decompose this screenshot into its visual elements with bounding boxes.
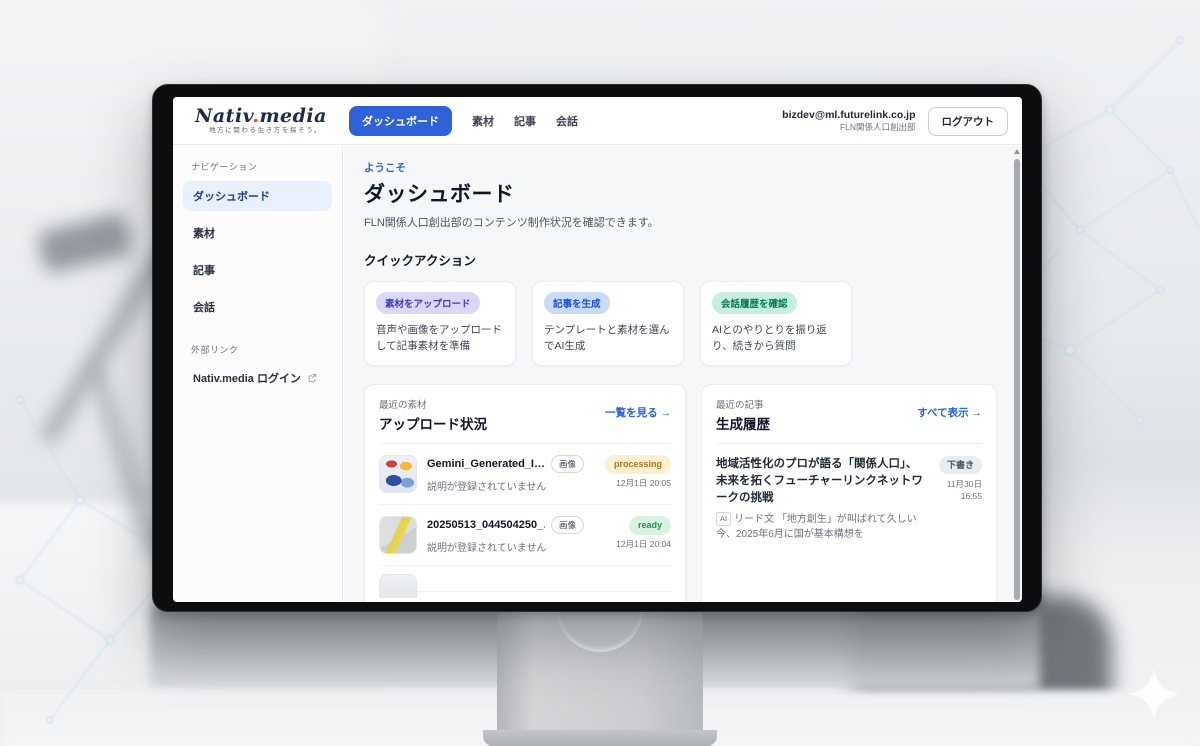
- primary-nav: ダッシュボード 素材 記事 会話: [349, 106, 578, 136]
- page-title: ダッシュボード: [364, 178, 1022, 208]
- material-name: 20250513_044504250_…: [427, 519, 545, 531]
- page-description: FLN関係人口創出部のコンテンツ制作状況を確認できます。: [364, 214, 1022, 230]
- material-description: 説明が登録されていません: [427, 539, 606, 554]
- view-all-materials-link[interactable]: 一覧を見る →: [605, 405, 671, 420]
- article-date: 11月30日16:55: [936, 479, 982, 503]
- status-badge: processing: [605, 455, 671, 475]
- sidebar-external-label: 外部リンク: [191, 343, 342, 356]
- scrollbar-thumb[interactable]: [1014, 159, 1020, 600]
- article-list-item[interactable]: 地域活性化のプロが語る「関係人口」、未来を拓くフューチャーリンクネットワークの挑…: [716, 444, 982, 555]
- material-thumbnail: [379, 574, 417, 598]
- sidebar-item-conversations[interactable]: 会話: [183, 292, 332, 322]
- quick-action-badge: 会話履歴を確認: [712, 292, 797, 314]
- recent-articles-panel: 最近の記事 生成履歴 すべて表示 → 地域活性化のプロが語る「関係人口」、未来を…: [701, 384, 997, 602]
- photo-background: Nativ.media 地方に関わる生き方を探そう。 ダッシュボード 素材 記事…: [0, 0, 1200, 746]
- quick-action-text: AIとのやりとりを振り返り、続きから質問: [712, 322, 840, 355]
- quick-action-check-conversations[interactable]: 会話履歴を確認 AIとのやりとりを振り返り、続きから質問: [700, 281, 852, 366]
- panel-title: アップロード状況: [379, 413, 487, 433]
- logo-text: Nativ: [195, 105, 252, 127]
- panel-eyebrow: 最近の記事: [716, 397, 770, 411]
- sidebar-external-link[interactable]: Nativ.media ログイン: [183, 364, 332, 392]
- monitor-stand-notch: [557, 608, 643, 652]
- material-thumbnail: [379, 516, 417, 554]
- article-lead-text: リード文 「地方創生」が叫ばれて久しい今、2025年6月に国が基本構想を: [716, 514, 917, 540]
- quick-actions-row: 素材をアップロード 音声や画像をアップロードして記事素材を準備 記事を生成 テン…: [364, 281, 1022, 366]
- material-list-item-partial: [379, 566, 671, 592]
- quick-action-text: 音声や画像をアップロードして記事素材を準備: [376, 322, 504, 355]
- quick-action-text: テンプレートと素材を選んでAI生成: [544, 322, 672, 355]
- monitor: Nativ.media 地方に関わる生き方を探そう。 ダッシュボード 素材 記事…: [152, 84, 1042, 612]
- material-timestamp: 12月1日 20:05: [605, 477, 671, 490]
- article-title: 地域活性化のプロが語る「関係人口」、未来を拓くフューチャーリンクネットワークの挑…: [716, 456, 926, 508]
- tab-dashboard[interactable]: ダッシュボード: [349, 106, 452, 136]
- sidebar-item-dashboard[interactable]: ダッシュボード: [183, 181, 332, 211]
- sparkle-icon: [1128, 668, 1180, 720]
- material-type-badge: 画像: [551, 516, 584, 534]
- material-thumbnail: [379, 455, 417, 493]
- quick-actions-title: クイックアクション: [364, 250, 1022, 269]
- material-type-badge: 画像: [551, 455, 584, 473]
- material-description: 説明が登録されていません: [427, 478, 595, 493]
- panel-eyebrow: 最近の素材: [379, 397, 487, 411]
- logo-text: media: [259, 105, 327, 127]
- user-email: bizdev@ml.futurelink.co.jp: [782, 108, 915, 122]
- quick-action-upload-material[interactable]: 素材をアップロード 音声や画像をアップロードして記事素材を準備: [364, 281, 516, 366]
- article-status-badge: 下書き: [939, 456, 982, 475]
- monitor-stand: [497, 610, 703, 746]
- app-header: Nativ.media 地方に関わる生き方を探そう。 ダッシュボード 素材 記事…: [173, 97, 1022, 145]
- logo-tagline: 地方に関わる生き方を探そう。: [209, 128, 327, 135]
- sidebar-item-materials[interactable]: 素材: [183, 218, 332, 248]
- ai-chip: AI: [716, 512, 731, 525]
- logo[interactable]: Nativ.media 地方に関わる生き方を探そう。: [195, 107, 327, 135]
- quick-action-generate-article[interactable]: 記事を生成 テンプレートと素材を選んでAI生成: [532, 281, 684, 366]
- sidebar: ナビゲーション ダッシュボード 素材 記事 会話 外部リンク Nativ.med…: [173, 146, 343, 602]
- material-list-item[interactable]: 20250513_044504250_… 画像 説明が登録されていません rea…: [379, 505, 671, 566]
- view-all-articles-link[interactable]: すべて表示 →: [917, 405, 982, 420]
- panel-title: 生成履歴: [716, 413, 770, 433]
- welcome-eyebrow: ようこそ: [364, 160, 1022, 175]
- material-name: Gemini_Generated_I…: [427, 458, 545, 470]
- user-info: bizdev@ml.futurelink.co.jp FLN関係人口創出部: [782, 108, 915, 134]
- tab-conversations[interactable]: 会話: [556, 113, 578, 129]
- logout-button[interactable]: ログアウト: [928, 107, 1009, 136]
- panel-header: 最近の記事 生成履歴 すべて表示 →: [716, 397, 982, 444]
- user-org: FLN関係人口創出部: [782, 122, 915, 133]
- scrollbar-up-icon[interactable]: [1014, 149, 1020, 154]
- quick-action-badge: 素材をアップロード: [376, 292, 480, 314]
- sidebar-item-articles[interactable]: 記事: [183, 255, 332, 285]
- material-list-item[interactable]: Gemini_Generated_I… 画像 説明が登録されていません proc…: [379, 444, 671, 505]
- recent-materials-panel: 最近の素材 アップロード状況 一覧を見る → Gemini_Generated_…: [364, 384, 686, 602]
- browser-screen: Nativ.media 地方に関わる生き方を探そう。 ダッシュボード 素材 記事…: [173, 97, 1022, 602]
- material-timestamp: 12月1日 20:04: [616, 538, 671, 551]
- external-link-icon: [307, 373, 317, 383]
- panel-header: 最近の素材 アップロード状況 一覧を見る →: [379, 397, 671, 444]
- sidebar-nav-label: ナビゲーション: [191, 160, 342, 173]
- status-badge: ready: [629, 516, 671, 536]
- main-content: ようこそ ダッシュボード FLN関係人口創出部のコンテンツ制作状況を確認できます…: [344, 146, 1022, 602]
- article-lead: AIリード文 「地方創生」が叫ばれて久しい今、2025年6月に国が基本構想を: [716, 512, 926, 542]
- external-link-label: Nativ.media ログイン: [193, 370, 301, 386]
- tab-materials[interactable]: 素材: [472, 113, 494, 129]
- dashboard-panels: 最近の素材 アップロード状況 一覧を見る → Gemini_Generated_…: [364, 384, 1022, 602]
- header-user-area: bizdev@ml.futurelink.co.jp FLN関係人口創出部 ログ…: [782, 97, 1008, 145]
- tab-articles[interactable]: 記事: [514, 113, 536, 129]
- quick-action-badge: 記事を生成: [544, 292, 610, 314]
